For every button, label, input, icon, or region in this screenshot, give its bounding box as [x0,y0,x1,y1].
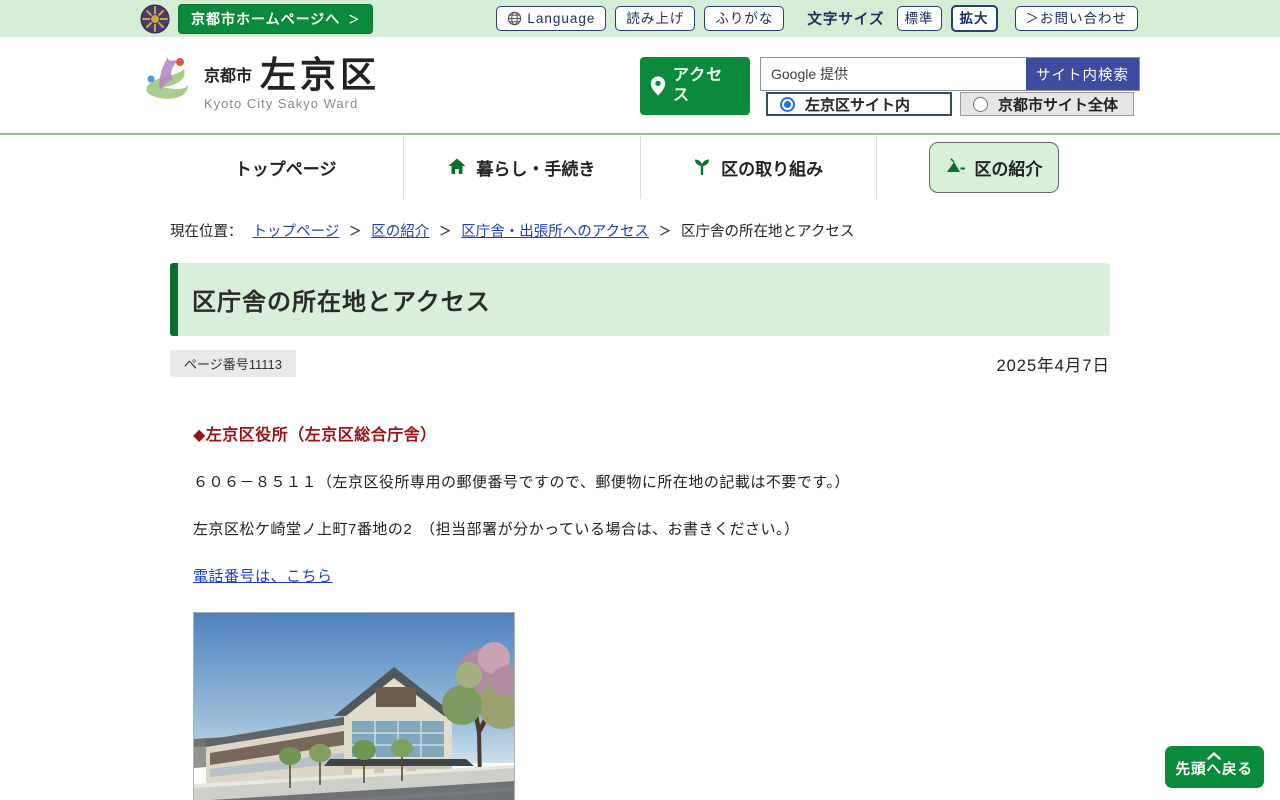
fontsize-large-button[interactable]: 拡大 [950,4,998,33]
nav-top-page[interactable]: トップページ [235,155,337,180]
breadcrumb-current: 区庁舎の所在地とアクセス [681,224,855,240]
furigana-label: ふりがな [715,10,774,26]
main-content: ◆左京区役所（左京区総合庁舎） ６０６－８５１１（左京区役所専用の郵便番号ですの… [193,421,1113,800]
fontsize-standard-label: 標準 [904,10,934,26]
search-scope-ward-radio[interactable]: 左京区サイト内 [766,92,952,116]
page-title: 区庁舎の所在地とアクセス [192,289,491,316]
search-scope-city-radio[interactable]: 京都市サイト全体 [960,92,1134,116]
chevron-right-icon: ＞ [348,13,361,26]
back-to-top-label: 先頭へ戻る [1175,762,1253,779]
radio-unselected-icon [973,96,988,112]
fontsize-large-label: 拡大 [959,10,989,26]
nav-top-page-label: トップページ [234,159,337,179]
logo-city-text: 京都市 [204,68,253,85]
site-search-button[interactable]: サイト内検索 [1026,58,1139,90]
search-scope-city-label: 京都市サイト全体 [998,96,1119,114]
search-input[interactable] [761,58,1026,90]
chevron-right-icon: ＞ [439,224,452,238]
ward-office-photo [193,612,515,800]
furigana-button[interactable]: ふりがな [704,5,785,32]
page-title-banner: 区庁舎の所在地とアクセス [170,263,1110,336]
site-search: サイト内検索 左京区サイト内 京都市サイト全体 [760,57,1140,116]
home-icon [448,158,467,176]
chevron-right-icon: ＞ [659,224,672,238]
nav-ward-initiatives[interactable]: 区の取り組み [693,155,823,180]
breadcrumb-link-top[interactable]: トップページ [253,220,340,241]
nav-ward-initiatives-label: 区の取り組み [721,159,824,179]
phone-number-link[interactable]: 電話番号は、こちら [193,568,333,585]
address-line: 左京区松ケ崎堂ノ上町7番地の2 （担当部署が分かっている場合は、お書きください。… [193,521,800,538]
search-scope-ward-label: 左京区サイト内 [805,96,911,114]
top-utility-bar: 京都市ホームページへ ＞ Language 読み上げ ふりがな 文字サイズ 標準… [0,0,1280,37]
breadcrumb: 現在位置： トップページ ＞ 区の紹介 ＞ 区庁舎・出張所へのアクセス ＞ 区庁… [170,220,1280,241]
back-to-top-button[interactable]: 先頭へ戻る [1164,746,1264,788]
chevron-up-icon [1207,752,1221,760]
sprout-icon [693,158,712,176]
fontsize-label: 文字サイズ [807,11,885,28]
radio-selected-icon [780,96,795,112]
nav-ward-introduction-label: 区の紹介 [974,159,1043,179]
office-heading: ◆左京区役所（左京区総合庁舎） [193,427,437,444]
page-meta-row: ページ番号11113 2025年4月7日 [170,350,1110,377]
read-aloud-button[interactable]: 読み上げ [615,5,696,32]
logo-ward-english: Kyoto City Sakyo Ward [204,96,359,111]
access-button-label: アクセス [673,67,724,104]
access-button[interactable]: アクセス [640,57,750,115]
page-number-badge: ページ番号11113 [170,350,296,377]
contact-label: ＞お問い合わせ [1025,10,1127,26]
map-pin-icon [650,76,666,96]
chevron-right-icon: ＞ [349,224,362,238]
page-date: 2025年4月7日 [996,356,1110,375]
language-label: Language [527,10,596,26]
site-header: 京都市 左京区 Kyoto City Sakyo Ward アクセス サイト内検… [0,37,1280,133]
kyoto-city-home-link[interactable]: 京都市ホームページへ ＞ [178,3,374,34]
kyoto-city-emblem-icon [140,4,170,34]
breadcrumb-link-access[interactable]: 区庁舎・出張所へのアクセス [461,220,649,241]
fontsize-standard-button[interactable]: 標準 [896,5,942,32]
globe-icon [507,11,522,26]
logo-ward-text: 左京区 [260,54,381,95]
site-logo[interactable]: 京都市 左京区 Kyoto City Sakyo Ward [138,51,380,113]
language-button[interactable]: Language [496,5,607,32]
contact-button[interactable]: ＞お問い合わせ [1014,5,1138,32]
flag-icon [946,158,966,176]
breadcrumb-link-ward-intro[interactable]: 区の紹介 [371,220,429,241]
nav-ward-introduction[interactable]: 区の紹介 [929,141,1060,193]
postal-code-line: ６０６－８５１１（左京区役所専用の郵便番号ですので、郵便物に所在地の記載は不要で… [193,474,850,491]
main-navigation: トップページ 暮らし・手続き 区の取り組み 区の紹介 [168,135,1112,199]
sakyo-ward-logo-icon [138,51,196,113]
breadcrumb-label: 現在位置： [170,224,243,240]
read-aloud-label: 読み上げ [626,10,685,26]
nav-living-procedures[interactable]: 暮らし・手続き [448,155,595,180]
nav-living-procedures-label: 暮らし・手続き [476,159,596,179]
kyoto-city-home-label: 京都市ホームページへ [191,10,341,27]
